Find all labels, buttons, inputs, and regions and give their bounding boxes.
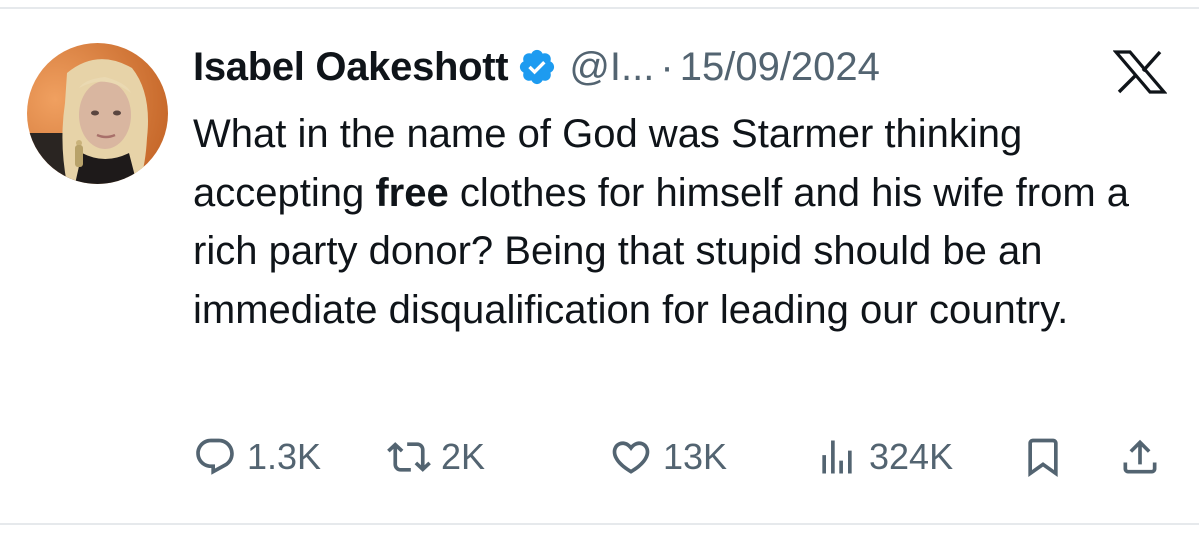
reply-count: 1.3K bbox=[247, 436, 322, 477]
bottom-divider bbox=[0, 523, 1199, 525]
views-button[interactable]: 324K bbox=[815, 432, 953, 482]
action-bar: 1.3K 2K 13K 324K bbox=[0, 432, 1199, 482]
repost-icon bbox=[387, 442, 431, 472]
verified-badge-icon bbox=[517, 47, 557, 87]
header-separator: · bbox=[660, 44, 674, 89]
share-icon bbox=[1123, 439, 1157, 474]
avatar-image bbox=[27, 43, 168, 184]
heart-icon bbox=[612, 441, 650, 474]
views-icon bbox=[822, 440, 852, 474]
repost-count: 2K bbox=[441, 436, 486, 477]
bookmark-icon bbox=[1028, 438, 1058, 478]
tweet-body: What in the name of God was Starmer thin… bbox=[193, 105, 1183, 339]
reply-button[interactable]: 1.3K bbox=[193, 432, 321, 482]
tweet-text-bold: free bbox=[375, 170, 449, 215]
tweet-date[interactable]: 15/09/2024 bbox=[680, 45, 880, 90]
share-button[interactable] bbox=[1118, 432, 1162, 482]
like-count: 13K bbox=[663, 436, 728, 477]
tweet-header: Isabel Oakeshott @I... · 15/09/2024 bbox=[193, 42, 880, 92]
repost-button[interactable]: 2K bbox=[387, 432, 485, 482]
top-divider bbox=[0, 7, 1199, 9]
avatar[interactable] bbox=[27, 43, 168, 184]
reply-icon bbox=[196, 438, 234, 475]
author-handle[interactable]: @I... bbox=[569, 45, 654, 90]
views-count: 324K bbox=[869, 436, 954, 477]
author-name[interactable]: Isabel Oakeshott bbox=[193, 45, 509, 90]
like-button[interactable]: 13K bbox=[609, 432, 727, 482]
x-logo-icon[interactable] bbox=[1113, 50, 1167, 94]
bookmark-button[interactable] bbox=[1021, 432, 1065, 482]
